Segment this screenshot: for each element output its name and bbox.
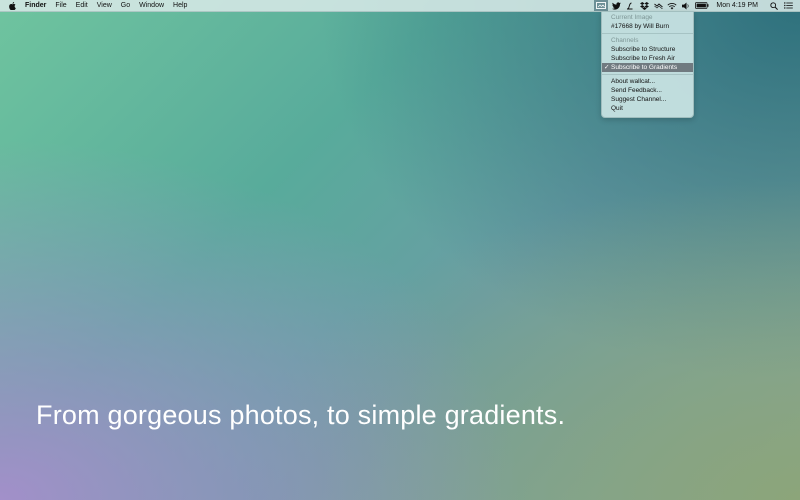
channel-structure-item[interactable]: Subscribe to Structure (602, 45, 693, 54)
volume-icon[interactable] (680, 0, 692, 11)
channels-header: Channels (611, 37, 639, 44)
current-image-header: Current Image (611, 14, 653, 21)
wifi-icon[interactable] (666, 0, 678, 11)
hopper-icon[interactable] (652, 0, 664, 11)
clock-text[interactable]: Mon 4:19 PM (716, 0, 758, 11)
battery-icon[interactable] (694, 0, 710, 11)
channel-gradients-item[interactable]: ✓ Subscribe to Gradients (602, 63, 693, 72)
menu-app-name[interactable]: Finder (25, 0, 46, 11)
notification-center-icon[interactable] (782, 0, 794, 11)
channel-gradients-label: Subscribe to Gradients (611, 64, 678, 71)
menu-divider (602, 33, 693, 34)
menu-view[interactable]: View (97, 0, 112, 11)
channel-fresh-air-item[interactable]: Subscribe to Fresh Air (602, 54, 693, 63)
menu-window[interactable]: Window (139, 0, 164, 11)
apple-icon[interactable] (9, 1, 16, 10)
twitter-icon[interactable] (610, 0, 622, 11)
wallcat-dropdown-menu: Current Image #17668 by Will Burn Channe… (601, 11, 694, 118)
tagline-text: From gorgeous photos, to simple gradient… (36, 400, 566, 430)
menu-file[interactable]: File (55, 0, 66, 11)
script-l-icon[interactable] (624, 0, 636, 11)
send-feedback-item[interactable]: Send Feedback... (602, 86, 693, 95)
quit-item[interactable]: Quit (602, 104, 693, 113)
wallcat-icon[interactable] (594, 0, 609, 11)
about-wallcat-item[interactable]: About wallcat... (602, 77, 693, 86)
dropbox-icon[interactable] (638, 0, 650, 11)
menu-go[interactable]: Go (121, 0, 130, 11)
spotlight-search-icon[interactable] (768, 0, 780, 11)
suggest-channel-item[interactable]: Suggest Channel... (602, 95, 693, 104)
current-image-item[interactable]: #17668 by Will Burn (602, 22, 693, 31)
checkmark-icon: ✓ (604, 64, 610, 71)
menu-edit[interactable]: Edit (76, 0, 88, 11)
menu-help[interactable]: Help (173, 0, 187, 11)
menu-divider (602, 74, 693, 75)
